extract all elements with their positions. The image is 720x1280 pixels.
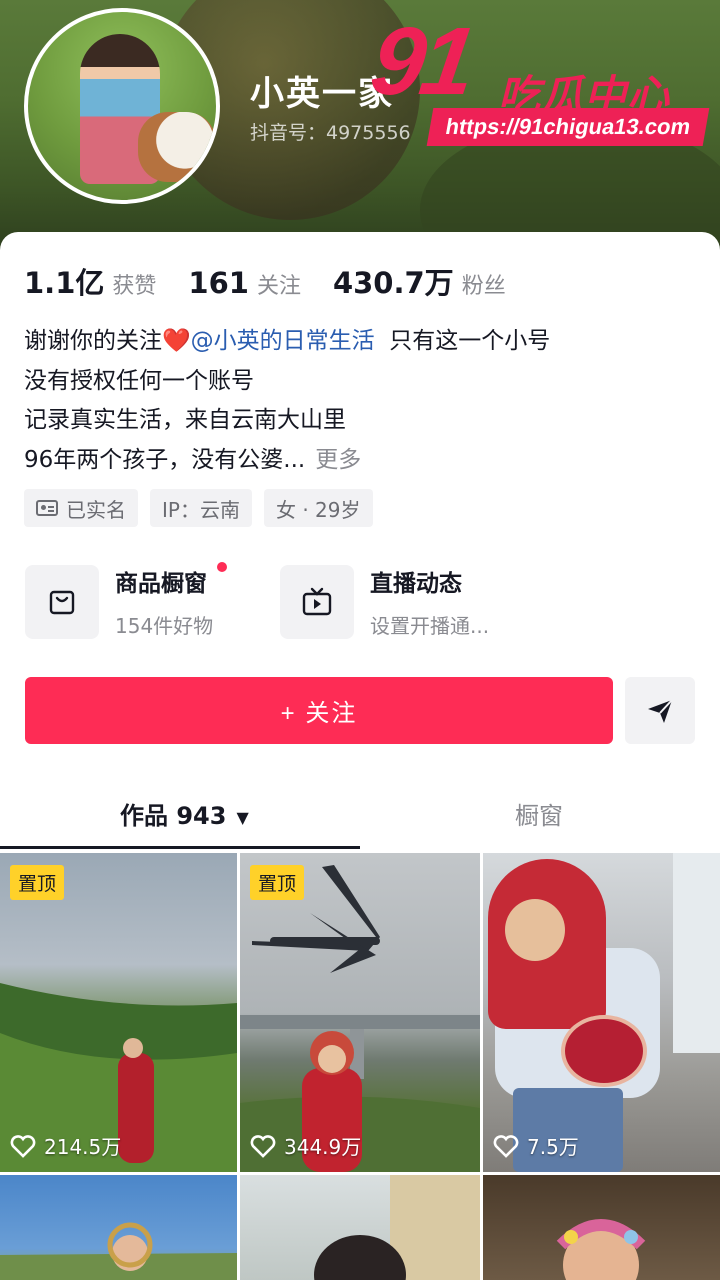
avatar-calf [138, 112, 216, 182]
gender-age-label: 女 · 29岁 [275, 497, 361, 522]
tab-works-label: 作品 943 [120, 802, 227, 830]
active-tab-indicator [0, 846, 360, 849]
watermark-url-text: https://91chigua13.com [443, 114, 693, 139]
video-thumbnail [240, 865, 480, 1172]
douyin-id[interactable]: 抖音号：4975556 [250, 118, 411, 145]
ip-tag: IP：云南 [150, 489, 252, 527]
profile-card: 1.1亿 获赞 161 关注 430.7万 粉丝 谢谢你的关注❤️@小英的日常生… [0, 232, 720, 852]
live-updates-entry[interactable]: 直播动态 设置开播通... [280, 564, 489, 639]
video-tile[interactable] [0, 1175, 237, 1280]
share-button[interactable] [625, 677, 695, 744]
followers-label[interactable]: 粉丝 [462, 268, 506, 300]
video-tile[interactable]: 置顶 214.5万 [0, 853, 237, 1172]
stats-row: 1.1亿 获赞 161 关注 430.7万 粉丝 [24, 260, 538, 302]
video-tile[interactable] [483, 1175, 720, 1280]
bio-text: 96年两个孩子，没有公婆... [24, 446, 306, 473]
video-grid: 置顶 214.5万 置顶 344.9万 7.5万 [0, 853, 720, 1280]
heart-outline-icon [493, 1134, 519, 1158]
video-thumbnail [0, 983, 237, 1172]
likes-count: 1.1亿 [24, 266, 105, 300]
verified-tag-label: 已实名 [66, 497, 126, 522]
video-likes: 344.9万 [250, 1131, 361, 1160]
shop-window-entry[interactable]: 商品橱窗 154件好物 [25, 562, 228, 639]
shopping-bag-icon [25, 564, 99, 639]
likes-label: 获赞 [112, 274, 157, 299]
watermark-url: https://91chigua13.com [426, 108, 710, 146]
video-thumbnail [483, 853, 720, 1172]
tab-shop-window[interactable]: 橱窗 [515, 796, 563, 831]
ip-tag-label: IP：云南 [162, 497, 240, 522]
following-count[interactable]: 161 [188, 266, 249, 300]
shop-window-text: 商品橱窗 154件好物 [115, 562, 228, 639]
live-tv-icon [280, 564, 354, 639]
shop-window-title-text: 商品橱窗 [115, 571, 207, 597]
profile-tags: 已实名 IP：云南 女 · 29岁 [24, 489, 373, 527]
pinned-badge: 置顶 [250, 865, 305, 900]
gender-age-tag: 女 · 29岁 [263, 489, 373, 527]
following-label[interactable]: 关注 [257, 268, 301, 300]
tab-works[interactable]: 作品 943 ▼ [120, 796, 249, 831]
video-thumbnail [0, 1222, 237, 1280]
shop-window-subtitle: 154件好物 [115, 614, 214, 638]
follow-button[interactable]: + 关注 [25, 677, 613, 744]
video-tile[interactable]: 置顶 344.9万 [240, 853, 480, 1172]
followers-count[interactable]: 430.7万 [333, 260, 454, 302]
bio-line-3: 记录真实生活，来自云南大山里 [24, 407, 346, 433]
pinned-badge: 置顶 [10, 865, 65, 900]
watermark-number: 91 [364, 8, 479, 115]
video-likes-count: 214.5万 [44, 1135, 122, 1159]
video-thumbnail [556, 1219, 646, 1280]
mention-link[interactable]: @小英的日常生活 [191, 328, 375, 354]
video-thumbnail [314, 1175, 480, 1280]
caret-down-icon: ▼ [236, 807, 249, 827]
bio-line-1: 谢谢你的关注❤️@小英的日常生活 只有这一个小号 [24, 322, 550, 362]
avatar[interactable] [24, 8, 220, 204]
video-tile[interactable]: 7.5万 [483, 853, 720, 1172]
heart-outline-icon [10, 1134, 36, 1158]
bio-line-2: 没有授权任何一个账号 [24, 367, 254, 394]
id-card-icon [36, 500, 58, 516]
bio-text: 谢谢你的关注 [24, 328, 162, 354]
video-likes: 7.5万 [493, 1131, 579, 1160]
video-likes-count: 344.9万 [284, 1135, 362, 1159]
profile-header-banner: 小英一家 抖音号：4975556 91 吃瓜中心 https://91chigu… [0, 0, 720, 250]
video-likes: 214.5万 [10, 1131, 121, 1160]
video-likes-count: 7.5万 [527, 1135, 579, 1159]
bio-text: 只有这一个小号 [389, 328, 551, 354]
notification-dot [217, 562, 228, 572]
live-updates-text: 直播动态 设置开播通... [370, 564, 489, 639]
shop-window-title: 商品橱窗 [115, 562, 228, 598]
live-updates-title: 直播动态 [370, 571, 462, 597]
video-tile[interactable] [240, 1175, 480, 1280]
content-tabs: 作品 943 ▼ 橱窗 [0, 782, 720, 852]
heart-icon: ❤️ [162, 328, 191, 354]
bio-more-link[interactable]: 更多 [315, 447, 361, 473]
heart-outline-icon [250, 1134, 276, 1158]
verified-tag[interactable]: 已实名 [24, 489, 138, 527]
send-icon [648, 698, 673, 723]
bio: 谢谢你的关注❤️@小英的日常生活 只有这一个小号 没有授权任何一个账号 记录真实… [24, 322, 550, 480]
live-updates-subtitle: 设置开播通... [370, 614, 490, 638]
bio-line-4: 96年两个孩子，没有公婆... 更多 [24, 441, 550, 481]
